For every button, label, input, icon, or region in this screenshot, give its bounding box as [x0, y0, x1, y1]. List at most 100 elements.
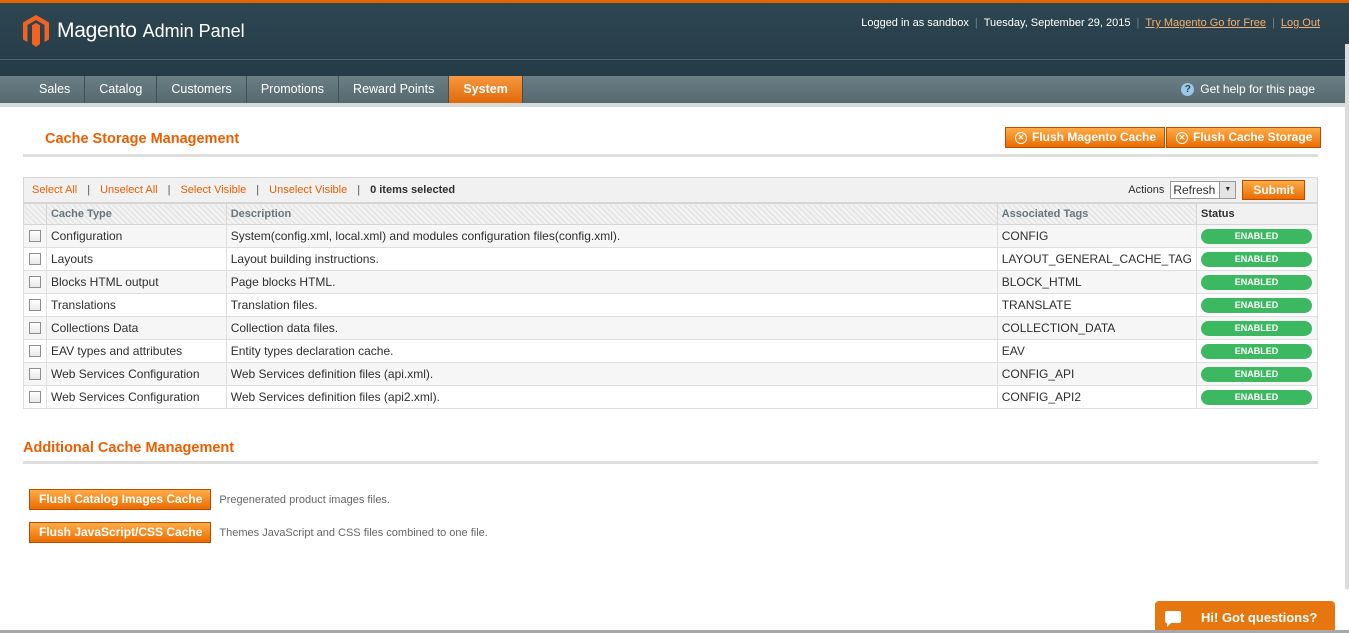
cache-description: Page blocks HTML.: [225, 270, 998, 294]
cache-description: Layout building instructions.: [225, 247, 998, 271]
table-row[interactable]: Blocks HTML output Page blocks HTML. BLO…: [23, 270, 1319, 294]
magento-logo[interactable]: Magento Admin Panel: [23, 14, 245, 48]
page-title: Cache Storage Management: [45, 131, 240, 147]
logged-in-text: Logged in as sandbox: [861, 17, 969, 29]
table-row[interactable]: Web Services Configuration Web Services …: [23, 362, 1319, 386]
flush-js-css-note: Themes JavaScript and CSS files combined…: [219, 526, 488, 539]
scrollbar[interactable]: [1345, 44, 1349, 589]
help-link[interactable]: ? Get help for this page: [1181, 82, 1315, 96]
chat-widget[interactable]: Hi! Got questions?: [1155, 601, 1335, 633]
submit-button[interactable]: Submit: [1242, 180, 1305, 200]
row-checkbox[interactable]: [28, 230, 41, 242]
chat-label: Hi! Got questions?: [1201, 609, 1318, 625]
flush-js-css-row: Flush JavaScript/CSS Cache Themes JavaSc…: [29, 522, 488, 543]
row-checkbox[interactable]: [28, 391, 41, 403]
grid-header-row: Cache Type Description Associated Tags S…: [23, 203, 1319, 225]
nav-item-customers[interactable]: Customers: [157, 76, 247, 103]
chat-icon-box: [1155, 601, 1191, 633]
actions-select[interactable]: Refresh ▼: [1170, 181, 1237, 199]
logout-link[interactable]: Log Out: [1281, 17, 1320, 29]
row-checkbox-cell[interactable]: [23, 224, 47, 248]
cache-type: Web Services Configuration: [45, 385, 227, 409]
chevron-down-icon: ▼: [1219, 182, 1236, 198]
cache-tags: LAYOUT_GENERAL_CACHE_TAG: [996, 247, 1197, 271]
cache-tags: CONFIG_API2: [996, 385, 1197, 409]
try-magento-go-link[interactable]: Try Magento Go for Free: [1145, 17, 1266, 29]
header-status[interactable]: Status: [1195, 203, 1319, 225]
flush-images-row: Flush Catalog Images Cache Pregenerated …: [29, 489, 390, 510]
cache-description: Translation files.: [225, 293, 998, 317]
status-badge: ENABLED: [1200, 297, 1312, 313]
header-checkbox-col: [23, 203, 47, 225]
row-checkbox[interactable]: [28, 299, 41, 311]
header-cache-type[interactable]: Cache Type: [45, 203, 227, 225]
status-cell: ENABLED: [1195, 293, 1319, 317]
status-badge: ENABLED: [1200, 343, 1312, 359]
row-checkbox-cell[interactable]: [23, 247, 47, 271]
row-checkbox[interactable]: [28, 253, 41, 265]
delete-icon: ✕: [1015, 131, 1027, 144]
chat-bubble-icon: [1165, 611, 1181, 627]
row-checkbox-cell[interactable]: [23, 339, 47, 363]
header-associated-tags[interactable]: Associated Tags: [996, 203, 1197, 225]
status-cell: ENABLED: [1195, 362, 1319, 386]
unselect-all-link[interactable]: Unselect All: [100, 184, 157, 196]
cache-tags: EAV: [996, 339, 1197, 363]
table-row[interactable]: Layouts Layout building instructions. LA…: [23, 247, 1319, 271]
actions-label: Actions: [1128, 184, 1165, 196]
row-checkbox-cell[interactable]: [23, 362, 47, 386]
row-checkbox-cell[interactable]: [23, 316, 47, 340]
table-row[interactable]: Collections Data Collection data files. …: [23, 316, 1319, 340]
table-row[interactable]: EAV types and attributes Entity types de…: [23, 339, 1319, 363]
cache-description: Entity types declaration cache.: [225, 339, 998, 363]
nav-item-sales[interactable]: Sales: [25, 76, 86, 103]
flush-magento-cache-button[interactable]: ✕ Flush Magento Cache: [1005, 127, 1166, 148]
massaction-actions: Actions Refresh ▼ Submit: [1128, 180, 1305, 200]
cache-tags: CONFIG: [996, 224, 1197, 248]
status-cell: ENABLED: [1195, 316, 1319, 340]
nav-shadow: [0, 103, 1349, 107]
delete-icon: ✕: [1176, 131, 1188, 144]
status-badge: ENABLED: [1200, 251, 1312, 267]
status-cell: ENABLED: [1195, 339, 1319, 363]
nav-item-reward-points[interactable]: Reward Points: [339, 76, 450, 103]
status-cell: ENABLED: [1195, 270, 1319, 294]
select-all-link[interactable]: Select All: [32, 184, 77, 196]
table-row[interactable]: Configuration System(config.xml, local.x…: [23, 224, 1319, 248]
separator: |: [1136, 17, 1140, 29]
row-checkbox-cell[interactable]: [23, 293, 47, 317]
header-divider: [0, 59, 1349, 60]
flush-catalog-images-button[interactable]: Flush Catalog Images Cache: [29, 489, 212, 510]
main-nav: Sales Catalog Customers Promotions Rewar…: [0, 76, 1349, 103]
separator: |: [256, 184, 260, 196]
nav-items: Sales Catalog Customers Promotions Rewar…: [25, 76, 523, 103]
row-checkbox-cell[interactable]: [23, 270, 47, 294]
cache-tags: COLLECTION_DATA: [996, 316, 1197, 340]
row-checkbox[interactable]: [28, 276, 41, 288]
magento-logo-icon: [23, 15, 49, 47]
flush-js-css-button[interactable]: Flush JavaScript/CSS Cache: [29, 522, 212, 543]
cache-tags: TRANSLATE: [996, 293, 1197, 317]
cache-description: Web Services definition files (api.xml).: [225, 362, 998, 386]
nav-item-catalog[interactable]: Catalog: [85, 76, 158, 103]
massaction-bar: Select All | Unselect All | Select Visib…: [23, 177, 1318, 203]
flush-cache-storage-button[interactable]: ✕ Flush Cache Storage: [1166, 127, 1322, 148]
nav-item-promotions[interactable]: Promotions: [247, 76, 340, 103]
cache-tags: CONFIG_API: [996, 362, 1197, 386]
additional-cache-title: Additional Cache Management: [23, 440, 235, 456]
select-visible-link[interactable]: Select Visible: [180, 184, 246, 196]
status-badge: ENABLED: [1200, 366, 1312, 382]
nav-item-system[interactable]: System: [449, 76, 523, 103]
header-description[interactable]: Description: [225, 203, 998, 225]
unselect-visible-link[interactable]: Unselect Visible: [269, 184, 347, 196]
table-row[interactable]: Web Services Configuration Web Services …: [23, 385, 1319, 409]
table-row[interactable]: Translations Translation files. TRANSLAT…: [23, 293, 1319, 317]
header-date: Tuesday, September 29, 2015: [983, 17, 1131, 29]
status-badge: ENABLED: [1200, 228, 1312, 244]
cache-type: Web Services Configuration: [45, 362, 227, 386]
row-checkbox[interactable]: [28, 345, 41, 357]
row-checkbox[interactable]: [28, 322, 41, 334]
row-checkbox-cell[interactable]: [23, 385, 47, 409]
row-checkbox[interactable]: [28, 368, 41, 380]
header-user-info: Logged in as sandbox | Tuesday, Septembe…: [861, 17, 1320, 29]
